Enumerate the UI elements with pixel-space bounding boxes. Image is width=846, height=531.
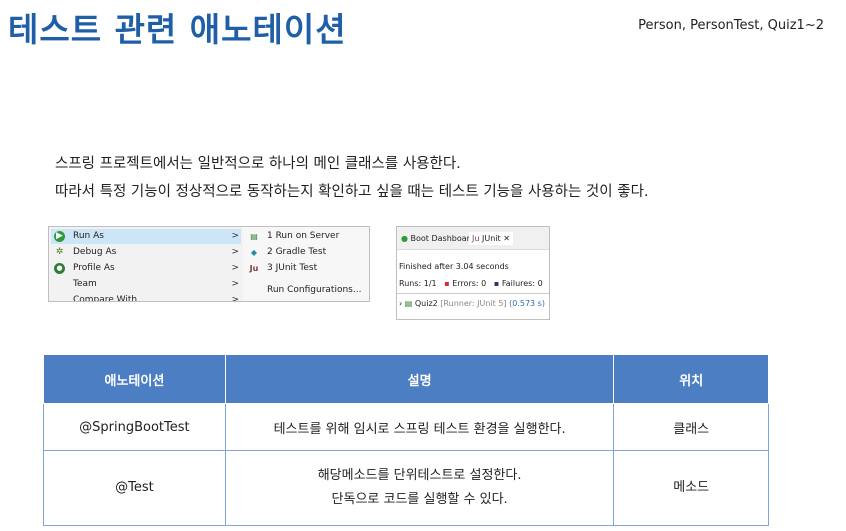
junit-icon: Ju	[249, 264, 259, 273]
annotation-table: 애노테이션 설명 위치 @SpringBootTest 테스트를 위해 임시로 …	[43, 354, 769, 526]
location-cell: 클래스	[613, 403, 769, 451]
menu-item-run-as[interactable]: ▶ Run As >	[51, 229, 241, 244]
location-cell: 메소드	[613, 450, 769, 526]
table-row: @Test 해당메소드를 단위테스트로 설정한다. 단독으로 코드를 실행할 수…	[43, 450, 769, 526]
context-menu: ▶ Run As > ✲ Debug As > ● Profile As > T…	[49, 227, 243, 301]
junit-panel-screenshot: ● Boot Dashboard Ju JUnit ✕ Finished aft…	[396, 226, 550, 320]
page-subtitle: Person, PersonTest, Quiz1~2	[638, 18, 824, 33]
server-icon: ▤	[250, 232, 258, 241]
errors-value: 0	[481, 279, 487, 288]
description-cell: 테스트를 위해 임시로 스프링 테스트 환경을 실행한다.	[224, 403, 615, 451]
header-location: 위치	[613, 354, 769, 404]
failures-value: 0	[537, 279, 543, 288]
table-row: @SpringBootTest 테스트를 위해 임시로 스프링 테스트 환경을 …	[43, 403, 769, 451]
runs-value: 1/1	[423, 279, 437, 288]
junit-tab-icon: Ju	[472, 234, 480, 243]
menu-item-debug-as[interactable]: ✲ Debug As >	[51, 245, 241, 260]
submenu-item-run-on-server[interactable]: ▤ 1 Run on Server	[243, 229, 369, 244]
header-description: 설명	[224, 354, 615, 404]
description-cell: 해당메소드를 단위테스트로 설정한다. 단독으로 코드를 실행할 수 있다.	[224, 450, 615, 526]
menu-item-team[interactable]: Team >	[51, 277, 241, 292]
junit-finished-text: Finished after 3.04 seconds	[399, 262, 509, 271]
menu-item-compare-with[interactable]: Compare With >	[51, 293, 241, 301]
profile-icon: ●	[54, 263, 65, 274]
menu-item-profile-as[interactable]: ● Profile As >	[51, 261, 241, 276]
submenu-item-run-configurations[interactable]: Run Configurations...	[243, 283, 369, 298]
chevron-right-icon[interactable]: ›	[399, 299, 402, 308]
table-header-row: 애노테이션 설명 위치	[43, 354, 769, 404]
body-line-2: 따라서 특정 기능이 정상적으로 동작하는지 확인하고 싶을 때는 테스트 기능…	[55, 184, 649, 200]
header-annotation: 애노테이션	[43, 354, 226, 404]
body-line-1: 스프링 프로젝트에서는 일반적으로 하나의 메인 클래스를 사용한다.	[55, 156, 461, 172]
test-time: (0.573 s)	[509, 299, 545, 308]
description-line-1: 해당메소드를 단위테스트로 설정한다.	[317, 468, 522, 483]
submenu-item-junit-test[interactable]: Ju 3 JUnit Test	[243, 261, 369, 276]
test-class-icon: ▤	[404, 299, 413, 308]
junit-panel-tabs: ● Boot Dashboard Ju JUnit ✕	[397, 227, 549, 250]
description-line-2: 단독으로 코드를 실행할 수 있다.	[331, 492, 508, 507]
error-icon: ▪	[444, 279, 450, 288]
test-runner: [Runner: JUnit 5]	[440, 299, 507, 308]
tab-junit[interactable]: Ju JUnit ✕	[469, 232, 513, 245]
gradle-icon: ◆	[250, 248, 258, 257]
close-icon[interactable]: ✕	[503, 234, 510, 243]
junit-test-result-row[interactable]: › ▤ Quiz2 [Runner: JUnit 5] (0.573 s)	[399, 299, 545, 308]
annotation-cell: @SpringBootTest	[43, 403, 226, 451]
tab-boot-dashboard[interactable]: ● Boot Dashboard	[401, 232, 475, 245]
submenu-item-gradle-test[interactable]: ◆ 2 Gradle Test	[243, 245, 369, 260]
debug-icon: ✲	[55, 247, 64, 257]
page-title: 테스트 관련 애노테이션	[8, 10, 347, 49]
run-as-submenu: ▤ 1 Run on Server ◆ 2 Gradle Test Ju 3 J…	[243, 227, 369, 301]
run-icon: ▶	[54, 231, 65, 242]
junit-counters: Runs: 1/1 ▪ Errors: 0 ▪ Failures: 0	[399, 279, 543, 288]
annotation-cell: @Test	[43, 450, 226, 526]
context-menu-screenshot: ▶ Run As > ✲ Debug As > ● Profile As > T…	[48, 226, 370, 302]
boot-dashboard-icon: ●	[401, 234, 408, 243]
test-name: Quiz2	[414, 299, 438, 308]
junit-divider	[397, 293, 549, 294]
failure-icon: ▪	[493, 279, 500, 288]
